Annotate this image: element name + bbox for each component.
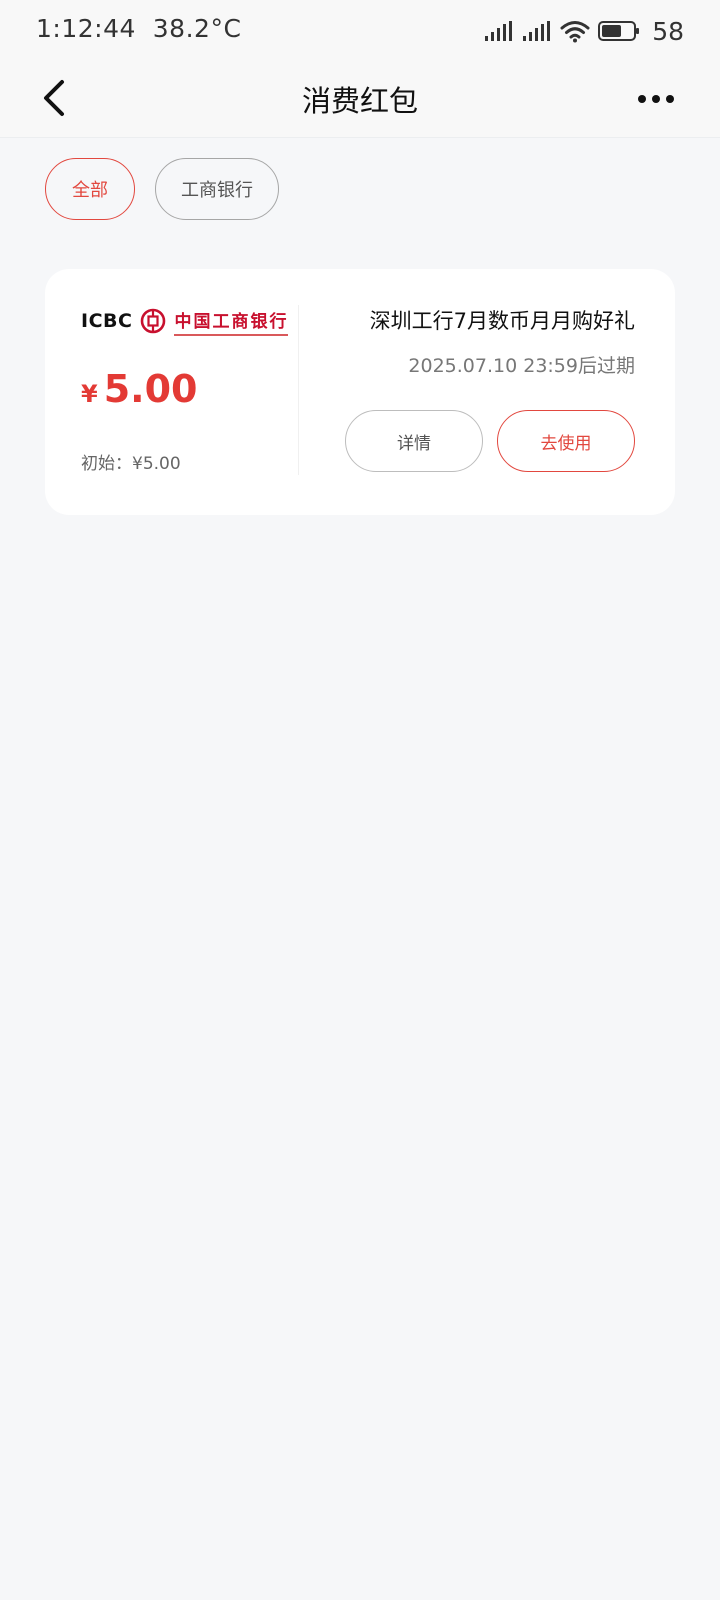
- page-title: 消费红包: [301, 84, 418, 118]
- signal-icon: [523, 21, 551, 41]
- initial-amount: 初始：¥5.00: [81, 454, 181, 474]
- signal-icon: [485, 21, 513, 41]
- detail-button[interactable]: 详情: [345, 410, 483, 472]
- filter-chips: 全部 工商银行: [45, 158, 279, 220]
- clock: 1:12:44: [36, 14, 136, 43]
- coupon-title: 深圳工行7月数币月月购好礼: [369, 309, 635, 333]
- coupon-left: ICBC 中国工商银行 ¥ 5.00 初始：¥5.00: [81, 305, 301, 474]
- amount-value: 5.00: [103, 367, 198, 411]
- wifi-icon: [560, 21, 590, 43]
- bank-logo-cn-wrap: 中国工商银行: [174, 307, 289, 336]
- filter-chip-all[interactable]: 全部: [45, 158, 135, 220]
- bank-logo-en: ICBC: [81, 310, 133, 332]
- coupon-actions: 详情 去使用: [345, 410, 635, 472]
- use-button[interactable]: 去使用: [497, 410, 635, 472]
- bank-logo-cn: 中国工商银行: [174, 311, 289, 332]
- status-icons: 58: [484, 16, 684, 46]
- temperature: 38.2°C: [152, 14, 242, 43]
- status-bar: 1:12:44 38.2°C 58: [0, 0, 720, 62]
- coupon-amount: ¥ 5.00: [81, 367, 197, 411]
- battery-level: 58: [652, 16, 684, 46]
- battery-icon: [598, 21, 640, 41]
- icbc-seal-icon: [141, 308, 166, 334]
- coupon-right: 深圳工行7月数币月月购好礼 2025.07.10 23:59后过期: [370, 305, 635, 378]
- nav-bar: 消费红包: [0, 62, 720, 138]
- more-horizontal-icon[interactable]: [636, 84, 676, 114]
- status-time: 1:12:44 38.2°C: [36, 14, 241, 43]
- bank-logo: ICBC 中国工商银行: [81, 305, 301, 337]
- coupon-expiry: 2025.07.10 23:59后过期: [408, 355, 635, 377]
- currency-symbol: ¥: [81, 380, 98, 408]
- card-divider: [298, 305, 299, 475]
- filter-chip-icbc[interactable]: 工商银行: [155, 158, 279, 220]
- coupon-card[interactable]: ICBC 中国工商银行 ¥ 5.00 初始：¥5.00 深圳工行7月数币月月购好…: [45, 269, 675, 515]
